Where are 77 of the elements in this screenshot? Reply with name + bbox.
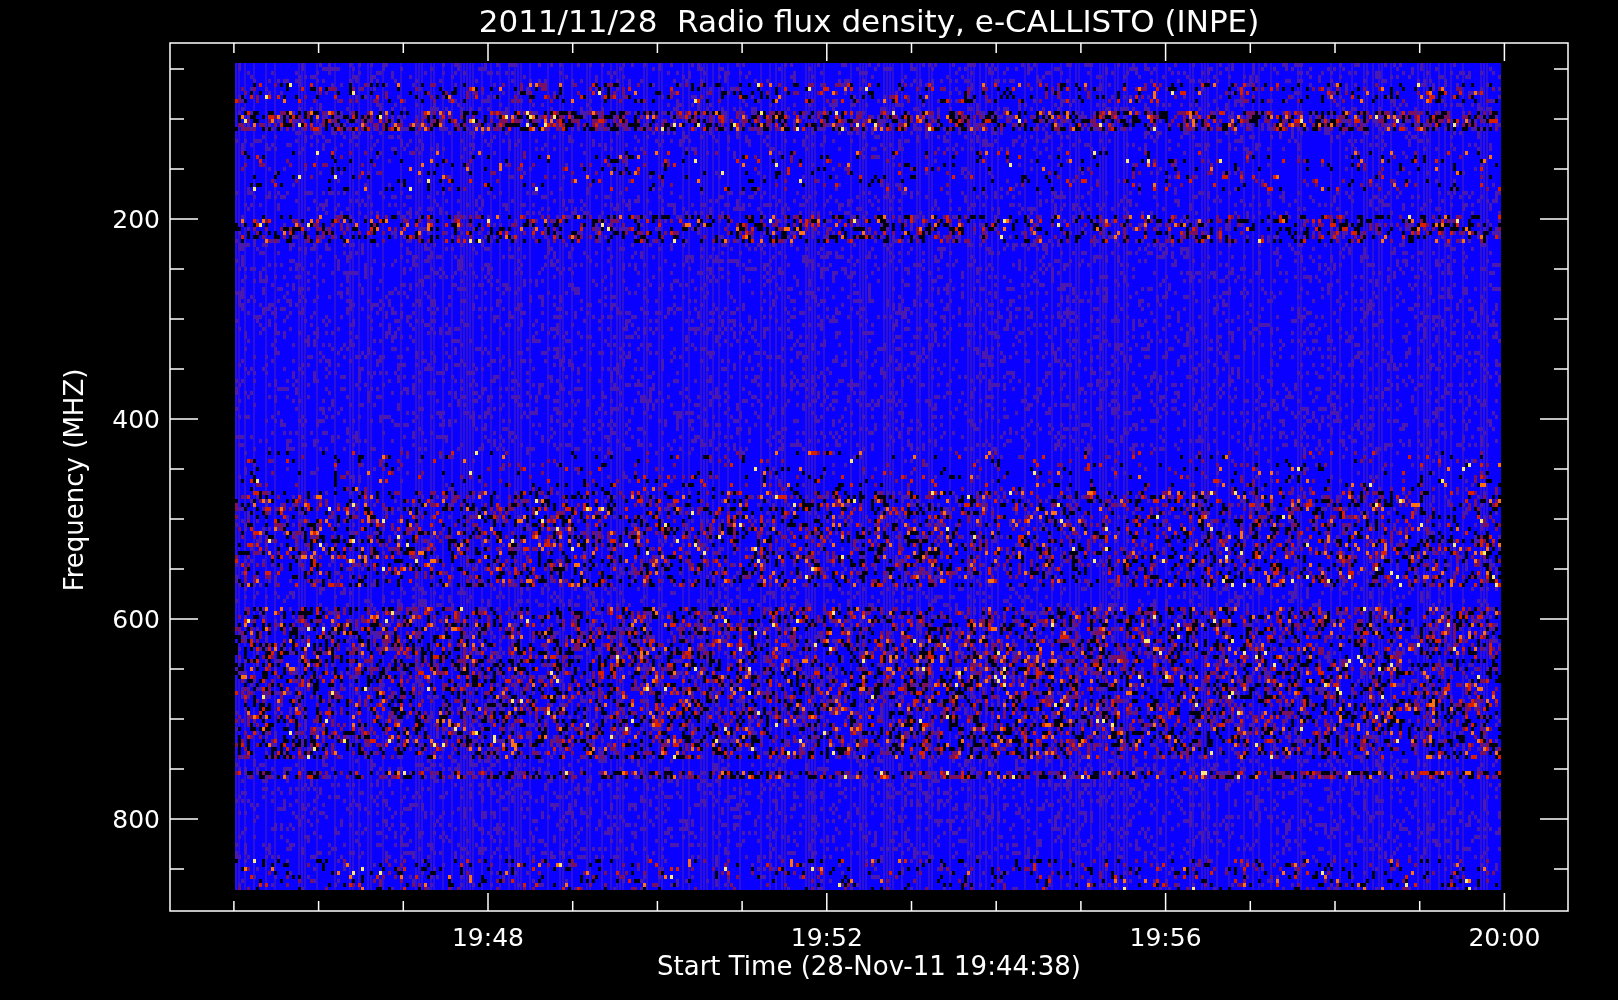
tick-mark: [169, 368, 185, 370]
tick-mark: [1249, 900, 1252, 912]
chart-title: 2011/11/28 Radio flux density, e-CALLISTO (INPE): [478, 3, 1260, 39]
tick-mark: [995, 42, 997, 54]
tick-mark: [1553, 268, 1569, 270]
tick-mark: [169, 718, 185, 720]
tick-mark: [1334, 42, 1336, 54]
tick-mark: [169, 868, 185, 870]
tick-mark: [826, 892, 828, 912]
tick-mark: [1418, 900, 1421, 912]
tick-mark: [1249, 42, 1252, 54]
tick-mark: [169, 68, 185, 70]
tick-mark: [233, 900, 235, 912]
tick-mark: [741, 42, 743, 54]
tick-mark: [1503, 42, 1506, 62]
y-axis-title: Frequency (MHZ): [59, 368, 89, 592]
x-tick-label: 19:56: [1129, 923, 1202, 952]
y-tick-label: 400: [112, 405, 160, 434]
tick-mark: [317, 900, 320, 912]
y-tick-label: 600: [112, 605, 160, 634]
tick-mark: [169, 618, 199, 620]
x-axis-title: Start Time (28-Nov-11 19:44:38): [657, 951, 1081, 981]
tick-mark: [1334, 900, 1336, 912]
tick-mark: [1553, 718, 1569, 720]
x-tick-label: 19:52: [790, 923, 863, 952]
tick-mark: [826, 42, 828, 62]
tick-mark: [233, 42, 235, 54]
tick-mark: [995, 900, 997, 912]
tick-mark: [487, 42, 489, 62]
tick-mark: [910, 900, 913, 912]
tick-mark: [1553, 518, 1569, 520]
tick-mark: [169, 218, 199, 220]
tick-mark: [1553, 68, 1569, 70]
tick-mark: [1553, 118, 1569, 120]
tick-mark: [656, 900, 659, 912]
tick-mark: [741, 900, 743, 912]
tick-mark: [402, 900, 405, 912]
tick-mark: [169, 118, 185, 120]
tick-mark: [1080, 42, 1082, 54]
tick-mark: [1539, 818, 1569, 820]
tick-mark: [1553, 568, 1569, 570]
tick-mark: [1553, 318, 1569, 320]
tick-mark: [1418, 42, 1421, 54]
tick-mark: [1503, 892, 1506, 912]
y-tick-label: 200: [112, 205, 160, 234]
tick-mark: [1553, 868, 1569, 870]
tick-mark: [169, 768, 185, 770]
tick-mark: [1539, 418, 1569, 420]
tick-mark: [317, 42, 320, 54]
tick-mark: [1164, 892, 1167, 912]
tick-mark: [169, 268, 185, 270]
tick-mark: [1553, 668, 1569, 670]
tick-mark: [656, 42, 659, 54]
tick-mark: [571, 42, 574, 54]
tick-mark: [169, 568, 185, 570]
tick-mark: [169, 818, 199, 820]
x-tick-label: 19:48: [452, 923, 524, 952]
tick-mark: [169, 668, 185, 670]
tick-mark: [169, 468, 185, 470]
tick-mark: [1080, 900, 1082, 912]
tick-mark: [1553, 468, 1569, 470]
tick-mark: [1539, 218, 1569, 220]
tick-mark: [1553, 368, 1569, 370]
y-tick-label: 800: [112, 805, 160, 834]
tick-mark: [402, 42, 405, 54]
tick-mark: [1164, 42, 1167, 62]
tick-mark: [1539, 618, 1569, 620]
tick-mark: [169, 418, 199, 420]
tick-mark: [571, 900, 574, 912]
tick-mark: [169, 318, 185, 320]
tick-mark: [169, 168, 185, 170]
tick-mark: [1553, 768, 1569, 770]
tick-mark: [1553, 168, 1569, 170]
x-tick-label: 20:00: [1468, 923, 1541, 952]
tick-mark: [487, 892, 489, 912]
tick-mark: [910, 42, 913, 54]
tick-mark: [169, 518, 185, 520]
